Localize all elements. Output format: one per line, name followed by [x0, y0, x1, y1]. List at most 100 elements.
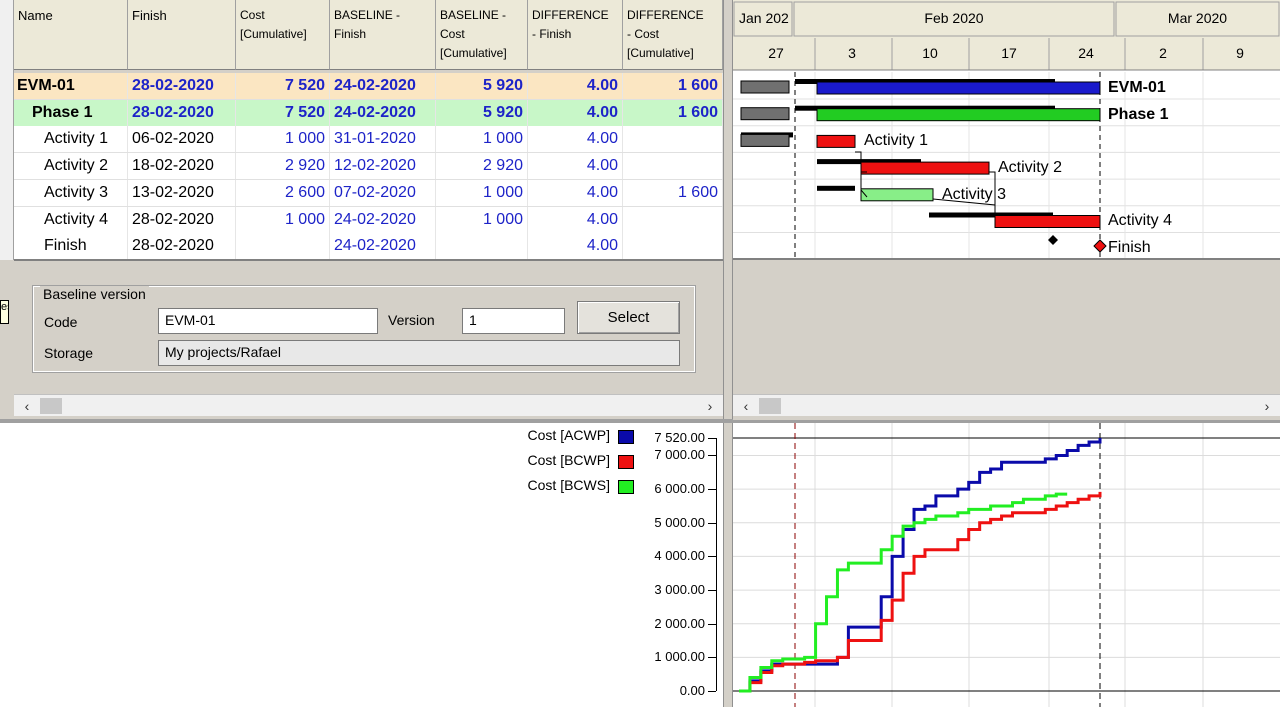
- gantt-scrollbar-thumb[interactable]: [759, 398, 781, 414]
- cell-name: Activity 4: [14, 206, 128, 233]
- finish-milestone-icon: [1093, 239, 1107, 253]
- cell-bfinish: 12-02-2020: [330, 153, 436, 180]
- table-row[interactable]: EVM-01 28-02-2020 7 520 24-02-2020 5 920 4.00…: [14, 73, 723, 100]
- y-tick-label: 6 000.00: [654, 481, 705, 497]
- scrollbar-thumb[interactable]: [40, 398, 62, 414]
- cell-bfinish: 24-02-2020: [330, 233, 436, 260]
- scroll-left-icon[interactable]: ‹: [18, 396, 36, 416]
- cell-cost: 2 600: [236, 179, 330, 206]
- cell-dfinish: 4.00: [528, 153, 623, 180]
- cell-bfinish: 24-02-2020: [330, 99, 436, 126]
- y-tick-label: 1 000.00: [654, 649, 705, 665]
- gantt-bar-label: Phase 1: [1108, 106, 1169, 123]
- gantt-scroll-left-icon[interactable]: ‹: [737, 396, 755, 416]
- gantt-scroll-right-icon[interactable]: ›: [1258, 396, 1276, 416]
- scroll-right-icon[interactable]: ›: [701, 396, 719, 416]
- day-label: 9: [1236, 45, 1244, 61]
- gantt-bar-label: EVM-01: [1108, 79, 1166, 96]
- cell-bcost: 5 920: [436, 73, 528, 99]
- grid-row-header-strip: [0, 0, 14, 260]
- day-label: 2: [1159, 45, 1167, 61]
- cell-cost: 7 520: [236, 99, 330, 126]
- y-axis: [716, 438, 717, 691]
- y-tick-mark: [708, 623, 716, 625]
- column-header-cost[interactable]: Cost [Cumulative]: [236, 0, 330, 70]
- series-line-0: [739, 438, 1102, 693]
- day-label: 3: [848, 45, 856, 61]
- cell-bcost: 1 000: [436, 126, 528, 153]
- storage-label: Storage: [44, 345, 94, 361]
- column-header-dcost[interactable]: DIFFERENCE - Cost [Cumulative]: [623, 0, 723, 70]
- column-header-name[interactable]: Name: [14, 0, 128, 70]
- cell-dcost: [623, 233, 723, 260]
- cell-dcost: [623, 153, 723, 180]
- task-bar: [816, 108, 1101, 122]
- cell-dfinish: 4.00: [528, 73, 623, 99]
- day-label: 17: [1001, 45, 1017, 61]
- cell-dcost: [623, 126, 723, 153]
- cell-bcost: 1 000: [436, 179, 528, 206]
- cell-name: Phase 1: [14, 99, 128, 126]
- cell-finish: 28-02-2020: [128, 99, 236, 126]
- y-tick-label: 4 000.00: [654, 548, 705, 564]
- cell-dcost: 1 600: [623, 73, 723, 99]
- y-tick-label: 5 000.00: [654, 514, 705, 530]
- grid-horizontal-scrollbar[interactable]: ‹ ›: [14, 394, 723, 416]
- cell-dfinish: 4.00: [528, 99, 623, 126]
- code-field[interactable]: EVM-01: [158, 308, 378, 334]
- gantt-horizontal-scrollbar[interactable]: ‹ ›: [733, 394, 1280, 416]
- gantt-bar-label: Activity 4: [1108, 212, 1172, 229]
- task-bar: [816, 134, 856, 148]
- month-label: Jan 202: [739, 10, 789, 26]
- y-tick-mark: [708, 590, 716, 592]
- month-label: Mar 2020: [1168, 10, 1227, 26]
- baseline-bar: [817, 185, 855, 191]
- cell-cost: 2 920: [236, 153, 330, 180]
- task-bar: [860, 188, 934, 202]
- task-grid: Name Finish Cost [Cumulative] BASELINE - Fi…: [0, 0, 723, 420]
- code-label: Code: [44, 314, 78, 330]
- table-row[interactable]: Activity 2 18-02-2020 2 920 12-02-2020 2 920…: [14, 153, 723, 181]
- cell-bcost: 5 920: [436, 99, 528, 126]
- table-row[interactable]: Activity 1 06-02-2020 1 000 31-01-2020 1 000…: [14, 126, 723, 154]
- day-label: 24: [1078, 45, 1094, 61]
- column-header-bcost[interactable]: BASELINE - Cost [Cumulative]: [436, 0, 528, 70]
- y-tick-label: 7 000.00: [654, 447, 705, 463]
- storage-field: My projects/Rafael: [158, 340, 680, 366]
- grid-bottom-border: [14, 259, 723, 261]
- chart-legend-panel: Cost [ACWP] Cost [BCWP] Cost [BCWS] 7 520.0…: [0, 423, 723, 707]
- cell-finish: 06-02-2020: [128, 126, 236, 153]
- table-row[interactable]: Phase 1 28-02-2020 7 520 24-02-2020 5 920 4.0…: [14, 99, 723, 127]
- cell-finish: 28-02-2020: [128, 73, 236, 99]
- version-field[interactable]: 1: [462, 308, 565, 334]
- cell-finish: 13-02-2020: [128, 179, 236, 206]
- column-header-dfinish[interactable]: DIFFERENCE - Finish: [528, 0, 623, 70]
- table-row[interactable]: Activity 3 13-02-2020 2 600 07-02-2020 1 000…: [14, 179, 723, 207]
- table-row[interactable]: Finish 28-02-2020 24-02-2020 4.00: [14, 233, 723, 261]
- task-bar: [994, 215, 1101, 228]
- column-header-bfinish[interactable]: BASELINE - Finish: [330, 0, 436, 70]
- y-tick-label: 2 000.00: [654, 615, 705, 631]
- y-tick-mark: [708, 522, 716, 524]
- cell-cost: [236, 233, 330, 260]
- column-header-finish[interactable]: Finish: [128, 0, 236, 70]
- cell-name: Activity 2: [14, 153, 128, 180]
- task-bar: [816, 81, 1101, 95]
- vertical-splitter[interactable]: [723, 0, 733, 707]
- day-label: 27: [768, 45, 784, 61]
- y-tick-label: 3 000.00: [654, 582, 705, 598]
- select-button[interactable]: Select: [577, 301, 680, 334]
- table-row[interactable]: Activity 4 28-02-2020 1 000 24-02-2020 1 000…: [14, 206, 723, 234]
- y-tick-mark: [708, 691, 716, 692]
- gantt-bar-label: Finish: [1108, 239, 1151, 256]
- gantt-bar-label: Activity 1: [864, 132, 928, 149]
- cell-dfinish: 4.00: [528, 233, 623, 260]
- cell-bcost: 1 000: [436, 206, 528, 233]
- cell-finish: 18-02-2020: [128, 153, 236, 180]
- cell-name: Activity 1: [14, 126, 128, 153]
- cell-dfinish: 4.00: [528, 126, 623, 153]
- evm-chart-canvas: [733, 423, 1280, 707]
- actual-bar-past: [740, 107, 790, 121]
- gantt-canvas: Jan 202 Feb 2020 Mar 2020 27 3 10 17 24 2 9 EVM-01…: [733, 0, 1280, 420]
- y-tick-mark: [708, 489, 716, 491]
